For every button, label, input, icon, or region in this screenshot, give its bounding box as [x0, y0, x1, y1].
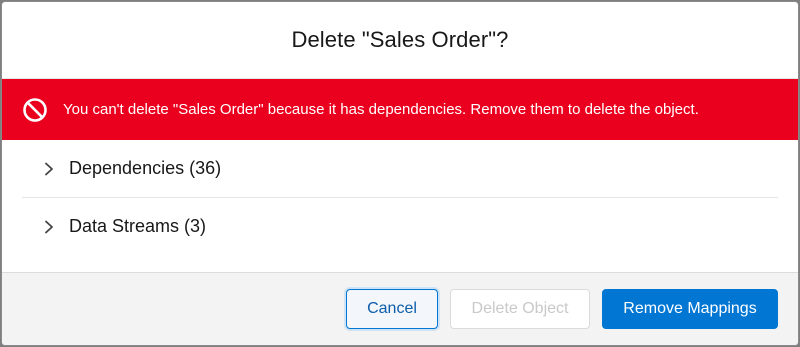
modal-header: Delete "Sales Order"?: [2, 2, 798, 79]
cancel-button[interactable]: Cancel: [346, 289, 438, 329]
delete-object-modal: Delete "Sales Order"? You can't delete "…: [1, 1, 799, 346]
section-dependencies[interactable]: Dependencies (36): [22, 140, 778, 197]
modal-body: Dependencies (36) Data Streams (3): [2, 140, 798, 271]
section-data-streams[interactable]: Data Streams (3): [22, 197, 778, 255]
error-message: You can't delete "Sales Order" because i…: [63, 101, 699, 118]
remove-mappings-button[interactable]: Remove Mappings: [602, 289, 778, 329]
modal-title: Delete "Sales Order"?: [291, 27, 509, 52]
ban-icon: [22, 97, 48, 123]
modal-footer: Cancel Delete Object Remove Mappings: [2, 272, 798, 345]
delete-object-button[interactable]: Delete Object: [450, 289, 590, 329]
chevron-right-icon[interactable]: [42, 220, 56, 234]
chevron-right-icon[interactable]: [42, 162, 56, 176]
error-banner: You can't delete "Sales Order" because i…: [2, 79, 798, 140]
section-label-data-streams: Data Streams (3): [69, 216, 207, 236]
section-label-dependencies: Dependencies (36): [69, 158, 222, 178]
